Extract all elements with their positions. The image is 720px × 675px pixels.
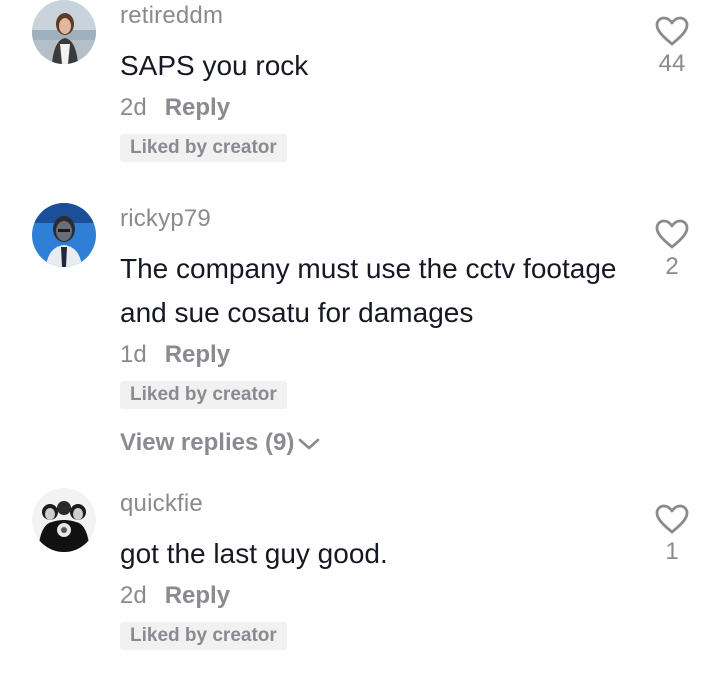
- avatar[interactable]: [32, 203, 96, 267]
- reply-button[interactable]: Reply: [165, 582, 230, 609]
- comment-time: 1d: [120, 341, 147, 368]
- comment-text: SAPS you rock: [120, 50, 309, 81]
- like-button[interactable]: 1: [648, 504, 696, 566]
- comment-meta: 2d Reply: [120, 582, 230, 610]
- user-illustration-avatar-icon: [32, 203, 96, 267]
- heart-outline-icon: [655, 504, 689, 534]
- like-count: 1: [665, 538, 679, 565]
- comment-text: got the last guy good.: [120, 538, 388, 569]
- like-button[interactable]: 44: [648, 16, 696, 78]
- view-replies-button[interactable]: View replies (9): [120, 429, 320, 457]
- view-replies-label: View replies (9): [120, 429, 295, 456]
- like-count: 2: [665, 253, 679, 280]
- user-photo-avatar-icon: [32, 0, 96, 64]
- comment-time: 2d: [120, 582, 147, 609]
- avatar[interactable]: [32, 488, 96, 552]
- heart-outline-icon: [655, 16, 689, 46]
- comment-text: The company must use the cctv footage an…: [120, 253, 617, 328]
- reply-button[interactable]: Reply: [165, 341, 230, 368]
- like-button[interactable]: 2: [648, 219, 696, 281]
- reply-button[interactable]: Reply: [165, 94, 230, 121]
- comment-time: 2d: [120, 94, 147, 121]
- comment-meta: 2d Reply: [120, 94, 230, 122]
- comment-meta: 1d Reply: [120, 341, 230, 369]
- comment-username[interactable]: retireddm: [120, 2, 223, 30]
- heart-outline-icon: [655, 219, 689, 249]
- chevron-down-icon: [299, 438, 320, 449]
- comment-username[interactable]: rickyp79: [120, 205, 211, 233]
- liked-by-creator-badge: Liked by creator: [120, 381, 287, 409]
- liked-by-creator-badge: Liked by creator: [120, 134, 287, 162]
- comment-username[interactable]: quickfie: [120, 490, 203, 518]
- like-count: 44: [658, 50, 686, 77]
- liked-by-creator-badge: Liked by creator: [120, 622, 287, 650]
- user-group-photo-avatar-icon: [32, 488, 96, 552]
- avatar[interactable]: [32, 0, 96, 64]
